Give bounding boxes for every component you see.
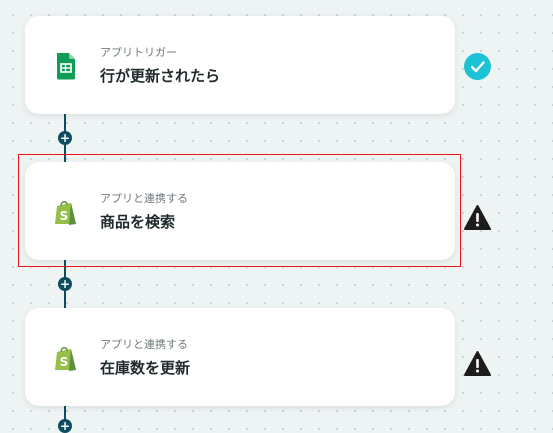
check-icon: [464, 53, 491, 80]
step-title: 商品を検索: [100, 213, 176, 231]
warning-icon: [464, 350, 491, 377]
add-step-button[interactable]: +: [58, 419, 72, 433]
step-subtitle: アプリと連携する: [100, 338, 188, 351]
svg-text:S: S: [60, 355, 69, 369]
step-card-update-inventory[interactable]: S アプリと連携する 在庫数を更新: [25, 308, 455, 406]
step-title: 行が更新されたら: [100, 67, 221, 85]
step-card-search-product[interactable]: S アプリと連携する 商品を検索: [25, 162, 455, 260]
step-subtitle: アプリと連携する: [100, 192, 188, 205]
svg-text:S: S: [60, 209, 69, 223]
step-card-trigger[interactable]: アプリトリガー 行が更新されたら: [25, 16, 455, 114]
shopify-icon: S: [53, 198, 79, 226]
step-title: 在庫数を更新: [100, 359, 191, 377]
shopify-icon: S: [53, 344, 79, 372]
google-sheets-icon: [53, 52, 79, 80]
add-step-button[interactable]: +: [58, 131, 72, 145]
step-subtitle: アプリトリガー: [100, 46, 177, 59]
warning-icon: [464, 204, 491, 231]
add-step-button[interactable]: +: [58, 277, 72, 291]
